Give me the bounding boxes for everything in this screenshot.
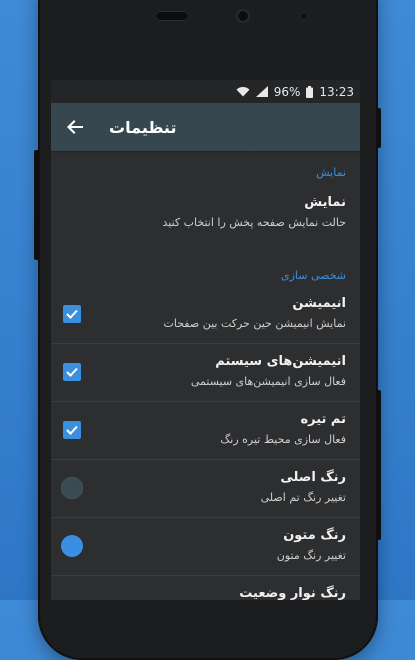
setting-title: رنگ اصلی: [280, 470, 346, 485]
app-bar: تنظیمات: [51, 103, 360, 151]
setting-text-color[interactable]: رنگ متون تغییر رنگ متون: [51, 518, 360, 576]
status-time: 13:23: [319, 84, 354, 99]
setting-subtitle: نمایش انیمیشن حین حرکت بین صفحات: [163, 317, 346, 330]
setting-display-mode[interactable]: نمایش حالت نمایش صفحه پخش را انتخاب کنید: [51, 183, 360, 241]
setting-subtitle: تغییر رنگ تم اصلی: [260, 491, 346, 504]
dark-theme-checkbox[interactable]: [63, 421, 81, 439]
setting-dark-theme[interactable]: تم تیره فعال سازی محیط تیره رنگ: [51, 402, 360, 460]
phone-screen: 96% 13:23 تنظیمات نمایش نمایش حالت نمایش…: [51, 80, 360, 600]
primary-color-swatch[interactable]: [61, 477, 83, 499]
check-icon: [66, 425, 78, 435]
system-animation-checkbox[interactable]: [63, 363, 81, 381]
setting-animation[interactable]: انیمیشن نمایش انیمیشن حین حرکت بین صفحات: [51, 286, 360, 344]
setting-title: تم تیره: [300, 412, 346, 427]
battery-icon: [306, 85, 314, 98]
back-arrow-icon[interactable]: [63, 115, 87, 139]
section-header-personalize: شخصی سازی: [280, 269, 346, 282]
setting-title: انیمیشن‌های سیستم: [215, 354, 346, 369]
setting-title: انیمیشن: [292, 296, 346, 311]
check-icon: [66, 309, 78, 319]
setting-system-animation[interactable]: انیمیشن‌های سیستم فعال سازی انیمیشن‌های …: [51, 344, 360, 402]
page-title: تنظیمات: [109, 117, 177, 137]
setting-subtitle: فعال سازی انیمیشن‌های سیستمی: [190, 375, 346, 388]
setting-subtitle: حالت نمایش صفحه پخش را انتخاب کنید: [162, 216, 347, 229]
check-icon: [66, 367, 78, 377]
setting-subtitle: تغییر رنگ متون: [276, 549, 346, 562]
phone-speaker: [155, 11, 189, 21]
wifi-icon: [236, 86, 250, 97]
setting-title: نمایش: [304, 195, 346, 210]
animation-checkbox[interactable]: [63, 305, 81, 323]
setting-subtitle: فعال سازی محیط تیره رنگ: [220, 433, 346, 446]
text-color-swatch[interactable]: [61, 535, 83, 557]
setting-title: رنگ متون: [283, 528, 346, 543]
battery-percent: 96%: [273, 84, 301, 99]
phone-sensor: [300, 12, 308, 20]
setting-primary-color[interactable]: رنگ اصلی تغییر رنگ تم اصلی: [51, 460, 360, 518]
setting-statusbar-color[interactable]: رنگ نوار وضعیت: [51, 576, 360, 600]
section-header-display: نمایش: [316, 166, 346, 179]
setting-title: رنگ نوار وضعیت: [239, 586, 346, 600]
phone-camera: [236, 9, 250, 23]
status-bar: 96% 13:23: [51, 80, 360, 103]
signal-icon: [255, 86, 268, 97]
